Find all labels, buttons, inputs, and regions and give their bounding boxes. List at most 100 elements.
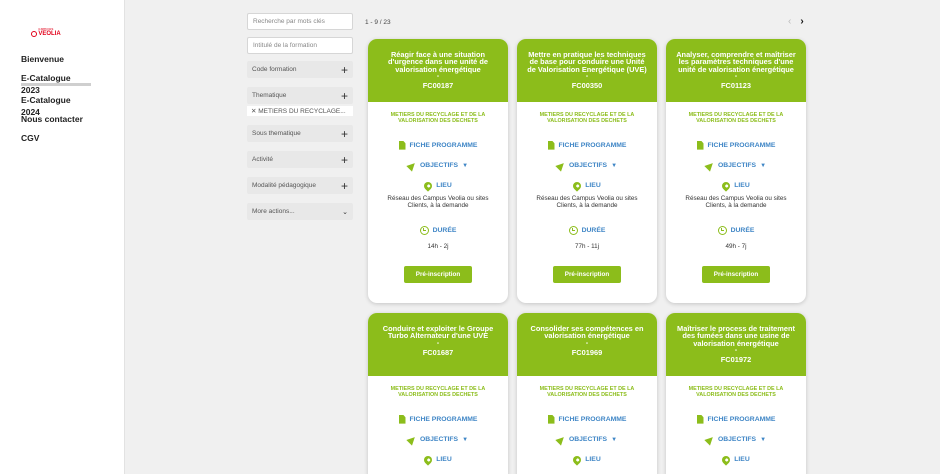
results-counter: 1 - 9 / 23 (365, 19, 391, 26)
card-dash: - (585, 71, 589, 81)
caret-down-icon: ▼ (462, 436, 469, 443)
location-pin-icon (571, 453, 583, 466)
paper-plane-icon (406, 433, 418, 446)
course-card[interactable]: Maîtriser le process de traitement des f… (666, 313, 806, 474)
card-title[interactable]: Mettre en pratique les techniques de bas… (525, 51, 649, 73)
objectifs-toggle[interactable]: OBJECTIFS ▼ (517, 159, 657, 172)
plus-icon[interactable]: + (341, 64, 348, 76)
card-category: METIERS DU RECYCLAGE ET DE LA VALORISATI… (539, 112, 635, 124)
logo-brand-text: VEOLIA (38, 31, 61, 37)
card-title[interactable]: Réagir face à une situation d'urgence da… (376, 51, 500, 73)
objectifs-toggle[interactable]: OBJECTIFS ▼ (666, 433, 806, 446)
card-header: Consolider ses compétences en valorisati… (517, 313, 657, 376)
card-dash: - (734, 345, 738, 355)
pre-inscription-button[interactable]: Pré-inscription (403, 265, 473, 283)
plus-icon[interactable]: + (341, 180, 348, 192)
course-card[interactable]: Réagir face à une situation d'urgence da… (368, 39, 508, 303)
document-icon (398, 140, 406, 150)
filter-code-formation[interactable]: Code formation + (247, 61, 353, 78)
objectifs-label: OBJECTIFS (717, 162, 757, 170)
pre-inscription-button[interactable]: Pré-inscription (701, 265, 771, 283)
nav-item-nous-contacter[interactable]: Nous contacter (21, 113, 91, 132)
lieu-label-row: LIEU (517, 179, 657, 192)
objectifs-label: OBJECTIFS (568, 436, 608, 444)
caret-down-icon: ▼ (760, 162, 767, 169)
plus-icon[interactable]: + (341, 128, 348, 140)
lieu-label-row: LIEU (517, 453, 657, 466)
lieu-label: LIEU (436, 456, 452, 464)
objectifs-label: OBJECTIFS (419, 162, 459, 170)
duree-value: 49h - 7j (725, 242, 747, 250)
card-title[interactable]: Analyser, comprendre et maîtriser les pa… (674, 51, 798, 73)
nav-item-e-catalogue-2024[interactable]: E-Catalogue 2024 (21, 94, 91, 117)
nav-item-cgv[interactable]: CGV (21, 132, 91, 151)
nav-item-bienvenue[interactable]: Bienvenue (21, 53, 91, 72)
fiche-label: FICHE PROGRAMME (558, 141, 627, 149)
search-input[interactable]: Recherche par mots clés (247, 13, 353, 30)
lieu-label: LIEU (734, 456, 750, 464)
veolia-circle-icon (31, 31, 38, 37)
title-input[interactable]: Intitulé de la formation (247, 37, 353, 54)
paper-plane-icon (555, 433, 567, 446)
card-code: FC01972 (720, 355, 752, 365)
more-actions-dropdown[interactable]: More actions... ⌄ (247, 203, 353, 220)
paper-plane-icon (704, 433, 716, 446)
course-card[interactable]: Analyser, comprendre et maîtriser les pa… (666, 39, 806, 303)
objectifs-toggle[interactable]: OBJECTIFS ▼ (517, 433, 657, 446)
objectifs-toggle[interactable]: OBJECTIFS ▼ (368, 159, 508, 172)
objectifs-toggle[interactable]: OBJECTIFS ▼ (368, 433, 508, 446)
card-dash: - (734, 71, 738, 81)
location-pin-icon (720, 179, 732, 192)
pre-inscription-button[interactable]: Pré-inscription (552, 265, 622, 283)
card-body: METIERS DU RECYCLAGE ET DE LA VALORISATI… (666, 376, 806, 466)
paper-plane-icon (406, 159, 418, 172)
sidebar: campus VEOLIA Bienvenue E-Catalogue 2023… (0, 0, 125, 474)
course-card[interactable]: Conduire et exploiter le Groupe Turbo Al… (368, 313, 508, 474)
duree-label: DURÉE (581, 226, 606, 234)
prev-page-button[interactable]: ‹ (788, 16, 791, 27)
filter-code-label: Code formation (252, 66, 297, 73)
lieu-label-row: LIEU (666, 179, 806, 192)
campus-veolia-logo[interactable]: campus VEOLIA (30, 26, 62, 37)
filter-thematique[interactable]: Thematique + (247, 87, 353, 104)
clock-icon (419, 225, 429, 235)
filter-sous-thematique[interactable]: Sous thematique + (247, 125, 353, 142)
lieu-label-row: LIEU (368, 453, 508, 466)
fiche-programme-link[interactable]: FICHE PROGRAMME (666, 140, 806, 150)
fiche-programme-link[interactable]: FICHE PROGRAMME (368, 414, 508, 424)
next-page-button[interactable]: › (800, 16, 803, 27)
logo-brand: VEOLIA (30, 31, 62, 37)
clock-icon (568, 225, 578, 235)
fiche-programme-link[interactable]: FICHE PROGRAMME (666, 414, 806, 424)
card-category: METIERS DU RECYCLAGE ET DE LA VALORISATI… (688, 112, 784, 124)
plus-icon[interactable]: + (341, 154, 348, 166)
fiche-programme-link[interactable]: FICHE PROGRAMME (517, 414, 657, 424)
caret-down-icon: ▼ (611, 162, 618, 169)
duree-label-row: DURÉE (666, 225, 806, 235)
objectifs-toggle[interactable]: OBJECTIFS ▼ (666, 159, 806, 172)
course-card[interactable]: Mettre en pratique les techniques de bas… (517, 39, 657, 303)
duree-value: 77h - 11j (574, 242, 600, 250)
paper-plane-icon (704, 159, 716, 172)
theme-chip[interactable]: ✕ METIERS DU RECYCLAGE... (247, 106, 353, 116)
filter-activite[interactable]: Activité + (247, 151, 353, 168)
card-code: FC01123 (721, 81, 751, 91)
card-code: FC00350 (571, 81, 603, 91)
course-card[interactable]: Consolider ses compétences en valorisati… (517, 313, 657, 474)
card-title[interactable]: Maîtriser le process de traitement des f… (674, 325, 798, 347)
fiche-programme-link[interactable]: FICHE PROGRAMME (517, 140, 657, 150)
document-icon (398, 414, 406, 424)
nav-item-e-catalogue-2023[interactable]: E-Catalogue 2023 (21, 72, 91, 95)
duree-label: DURÉE (432, 226, 457, 234)
location-pin-icon (571, 179, 583, 192)
fiche-label: FICHE PROGRAMME (409, 415, 478, 423)
chevron-down-icon[interactable]: ⌄ (342, 208, 348, 216)
fiche-label: FICHE PROGRAMME (409, 141, 478, 149)
filter-modalite[interactable]: Modalité pédagogique + (247, 177, 353, 194)
card-dash: - (585, 337, 589, 347)
lieu-label-row: LIEU (666, 453, 806, 466)
fiche-label: FICHE PROGRAMME (707, 141, 776, 149)
fiche-programme-link[interactable]: FICHE PROGRAMME (368, 140, 508, 150)
plus-icon[interactable]: + (341, 90, 348, 102)
filter-activity-label: Activité (252, 156, 273, 163)
